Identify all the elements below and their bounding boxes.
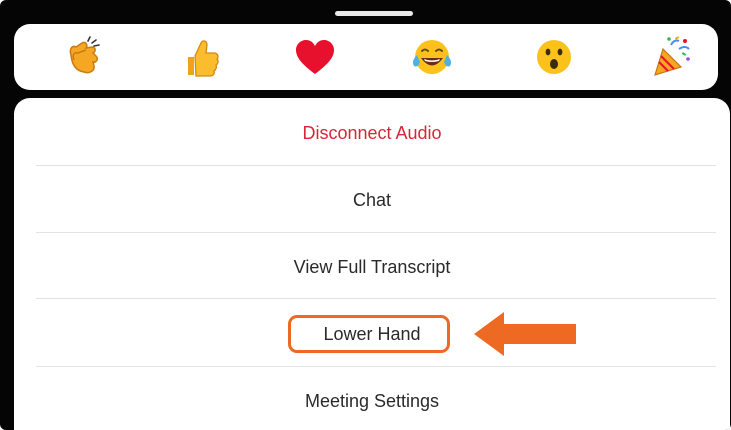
- menu-divider: [36, 366, 716, 367]
- reaction-bar: [14, 24, 718, 90]
- thumbs-up-icon[interactable]: [176, 34, 224, 80]
- menu-divider: [36, 298, 716, 299]
- menu-divider: [36, 232, 716, 233]
- view-full-transcript-button[interactable]: View Full Transcript: [14, 234, 730, 300]
- party-popper-icon[interactable]: [648, 34, 696, 80]
- chat-button[interactable]: Chat: [14, 167, 730, 233]
- meeting-more-menu-sheet: Disconnect Audio Chat View Full Transcri…: [0, 0, 731, 430]
- sheet-drag-handle[interactable]: [335, 11, 413, 16]
- meeting-settings-button[interactable]: Meeting Settings: [14, 368, 730, 430]
- menu-divider: [36, 165, 716, 166]
- clapping-hands-icon[interactable]: [57, 34, 105, 80]
- open-mouth-icon[interactable]: [530, 34, 578, 80]
- red-heart-icon[interactable]: [291, 34, 339, 80]
- more-options-menu: Disconnect Audio Chat View Full Transcri…: [14, 98, 730, 430]
- lower-hand-button[interactable]: Lower Hand: [14, 301, 730, 367]
- disconnect-audio-button[interactable]: Disconnect Audio: [14, 100, 730, 166]
- tears-of-joy-icon[interactable]: [408, 34, 456, 80]
- orange-left-arrow-icon: [474, 311, 578, 362]
